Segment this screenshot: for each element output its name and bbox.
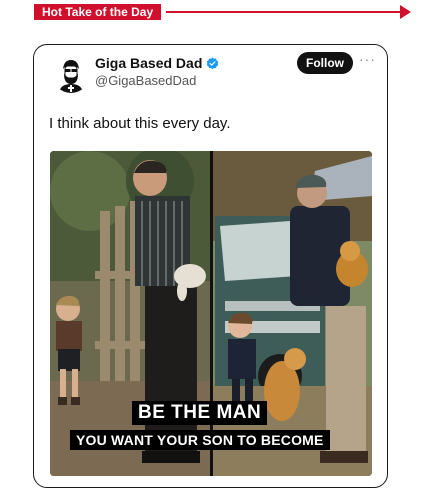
avatar[interactable] [52,55,90,93]
arrow-icon [400,5,411,19]
more-options-icon[interactable]: ··· [359,51,376,67]
image-caption-line-2: YOU WANT YOUR SON TO BECOME [70,430,330,450]
section-banner: Hot Take of the Day [34,4,162,20]
tweet-image[interactable]: BE THE MAN YOU WANT YOUR SON TO BECOME [50,151,372,476]
author-handle[interactable]: @GigaBasedDad [95,73,196,88]
collage-divider [210,151,213,476]
verified-badge-icon [207,57,219,69]
author-name[interactable]: Giga Based Dad [95,55,202,71]
banner-rule [166,11,402,13]
tweet-text: I think about this every day. [49,115,231,132]
tweet-card: Giga Based Dad @GigaBasedDad Follow ··· … [33,44,388,488]
image-caption-line-1: BE THE MAN [132,401,268,425]
follow-button[interactable]: Follow [297,52,353,74]
author-name-row: Giga Based Dad [95,55,219,71]
